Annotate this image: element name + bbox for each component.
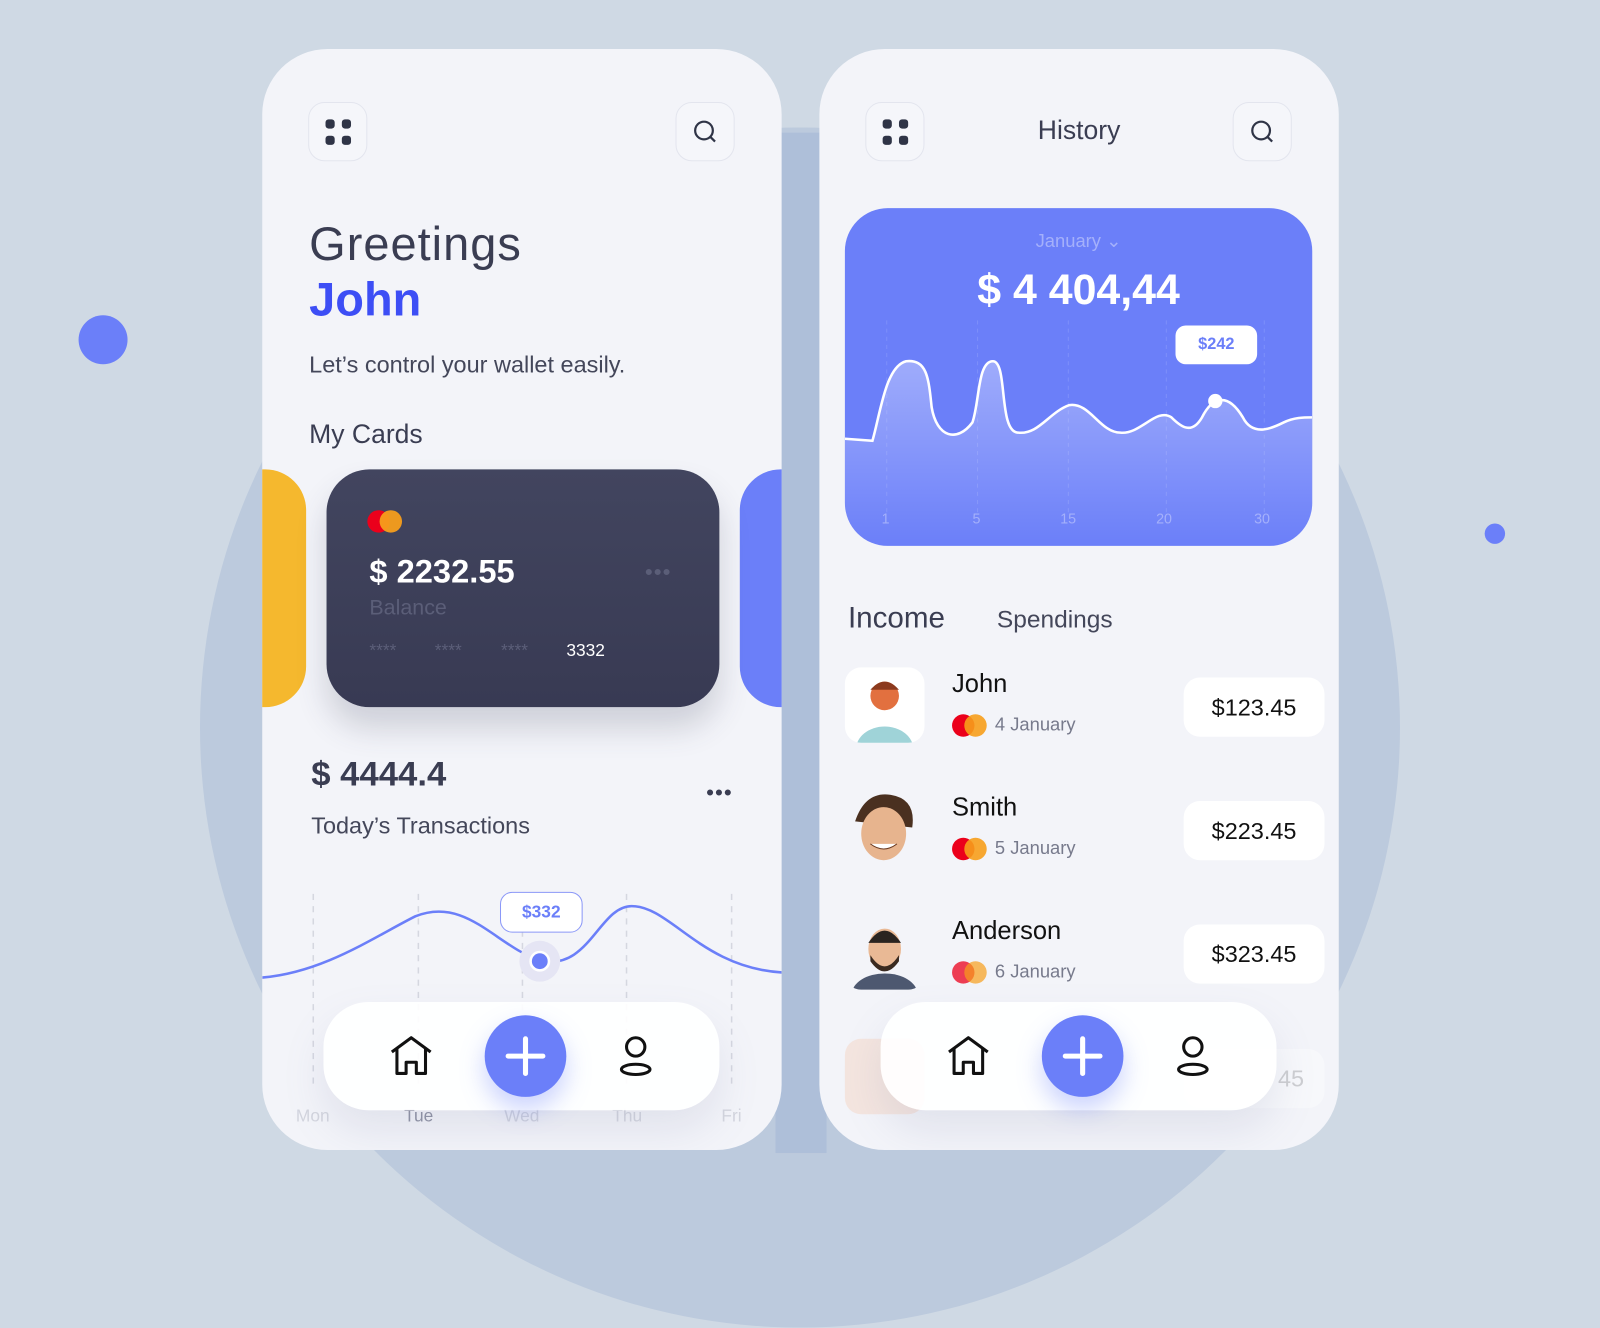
history-chart xyxy=(844,320,1313,546)
home-icon[interactable] xyxy=(390,1036,433,1077)
chart-point xyxy=(529,950,551,972)
bottom-nav xyxy=(880,1002,1277,1111)
plus-icon xyxy=(505,1036,546,1077)
grid-icon xyxy=(324,118,351,145)
search-icon xyxy=(1251,120,1273,143)
mastercard-icon xyxy=(952,961,987,984)
card-last4: 3332 xyxy=(566,640,605,661)
add-button[interactable] xyxy=(484,1015,567,1097)
masked-digits: **** xyxy=(369,640,397,661)
total-label: Today’s Transactions xyxy=(311,812,530,839)
history-screen: History January ⌄ $ 4 404,44 $242 1 5 15… xyxy=(819,48,1339,1150)
home-icon[interactable] xyxy=(947,1036,990,1077)
mastercard-icon xyxy=(952,837,987,861)
tab-spendings[interactable]: Spendings xyxy=(997,606,1113,635)
avatar xyxy=(845,914,925,990)
chart-point xyxy=(1208,393,1223,409)
mastercard-icon xyxy=(367,510,403,533)
avatar xyxy=(845,791,925,867)
day-label[interactable]: Mon xyxy=(296,1106,330,1126)
tick-label: 20 xyxy=(1156,510,1173,527)
item-amount: $323.45 xyxy=(1183,924,1325,984)
card-balance: $ 2232.55 xyxy=(369,553,515,590)
search-button[interactable] xyxy=(1232,102,1292,162)
item-name: John xyxy=(952,669,1008,698)
item-name: Smith xyxy=(952,792,1018,822)
tab-income[interactable]: Income xyxy=(848,602,945,636)
item-date: 6 January xyxy=(994,961,1076,982)
decor-dot xyxy=(1484,523,1506,544)
bank-card[interactable]: $ 2232.55 Balance ••• **** **** **** 333… xyxy=(326,469,720,708)
avatar xyxy=(844,667,925,743)
masked-digits: **** xyxy=(501,640,529,661)
card-yellow[interactable] xyxy=(262,469,307,708)
chart-tooltip: $332 xyxy=(499,891,583,933)
item-amount: $223.45 xyxy=(1183,801,1325,861)
add-button[interactable] xyxy=(1041,1015,1124,1097)
tick-label: 15 xyxy=(1060,510,1077,527)
tick-label: 1 xyxy=(881,510,890,527)
cards-title: My Cards xyxy=(309,418,423,449)
item-date: 5 January xyxy=(994,837,1076,859)
item-amount: $123.45 xyxy=(1183,677,1325,737)
menu-button[interactable] xyxy=(308,102,368,162)
history-chart-card: January ⌄ $ 4 404,44 $242 1 5 15 20 30 xyxy=(844,208,1313,546)
list-item[interactable]: Anderson 6 January $323.45 xyxy=(845,914,1325,996)
chart-tooltip: $242 xyxy=(1175,325,1258,365)
user-icon[interactable] xyxy=(618,1036,653,1077)
item-date: 4 January xyxy=(994,714,1076,735)
decor-dot xyxy=(78,315,128,365)
user-name: John xyxy=(309,272,422,326)
day-label[interactable]: Fri xyxy=(721,1106,741,1126)
more-icon[interactable]: ••• xyxy=(706,780,733,807)
mastercard-icon xyxy=(952,714,987,737)
total-amount: $ 4444.4 xyxy=(311,755,447,794)
masked-digits: **** xyxy=(434,640,462,661)
card-more-icon[interactable]: ••• xyxy=(645,559,672,586)
search-icon xyxy=(694,120,716,143)
tick-label: 5 xyxy=(972,510,981,527)
plus-icon xyxy=(1062,1036,1103,1077)
list-item[interactable]: Smith 5 January $223.45 xyxy=(845,791,1325,873)
list-item[interactable]: John 4 January $123.45 xyxy=(844,667,1325,749)
home-screen: Greetings John Let’s control your wallet… xyxy=(262,48,782,1150)
tick-label: 30 xyxy=(1254,510,1270,527)
balance-label: Balance xyxy=(369,595,447,620)
user-icon[interactable] xyxy=(1175,1036,1210,1077)
search-button[interactable] xyxy=(675,102,735,162)
card-blue[interactable] xyxy=(739,469,782,708)
greeting: Greetings xyxy=(309,217,522,271)
item-name: Anderson xyxy=(952,916,1062,945)
subtitle: Let’s control your wallet easily. xyxy=(309,351,626,378)
bottom-nav xyxy=(323,1002,720,1111)
